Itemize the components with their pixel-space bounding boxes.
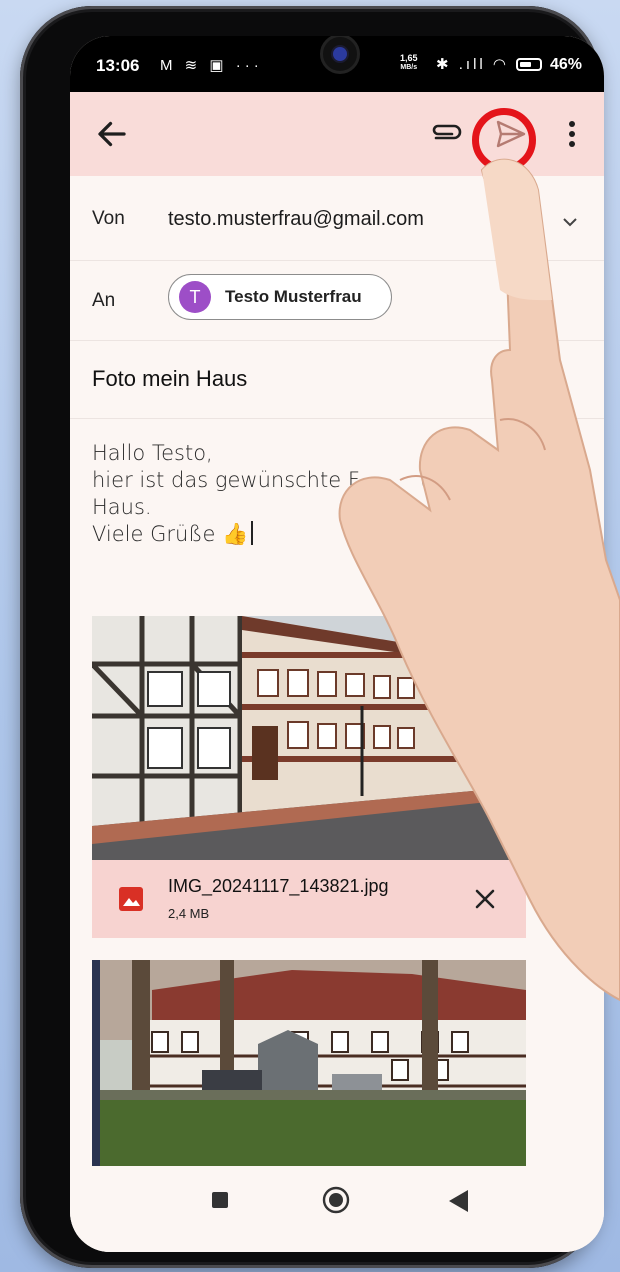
body-line-text: Viele Grüße 👍 [92, 522, 249, 546]
phone-frame: 13:06 M ≋ ▣ ··· 1,65 MB/s ✱ .ıll ◠ 46% V… [20, 6, 604, 1268]
status-time: 13:06 [96, 56, 140, 75]
arrow-left-icon[interactable] [94, 116, 130, 152]
triangle-back-icon[interactable] [446, 1188, 470, 1214]
connectivity-icons: ✱ .ıll ◠ [436, 56, 509, 73]
to-row[interactable]: An T Testo Musterfrau [70, 260, 604, 341]
subject-row[interactable]: Foto mein Haus [70, 340, 604, 419]
recipient-avatar: T [179, 281, 211, 313]
attachment-size: 2,4 MB [168, 906, 210, 921]
attachment-filename: IMG_20241117_143821.jpg [168, 876, 389, 896]
circle-icon[interactable] [322, 1186, 350, 1214]
from-label: Von [92, 208, 125, 229]
body-line: Haus. [92, 495, 152, 519]
photo-square-houses [92, 960, 526, 1172]
notification-icons: M ≋ ▣ ··· [160, 57, 263, 74]
photo-street-houses [92, 616, 526, 860]
body-line: hier ist das gewünschte F unserem [92, 468, 512, 492]
send-highlight-ring [472, 108, 536, 172]
square-icon[interactable] [212, 1192, 228, 1208]
recipient-chip[interactable]: T Testo Musterfrau [168, 274, 392, 320]
system-nav-bar [70, 1166, 604, 1252]
paperclip-icon[interactable] [426, 114, 466, 154]
body-line: Viele Grüße 👍 [92, 521, 572, 548]
network-speed: 1,65 MB/s [400, 54, 418, 72]
front-camera [320, 36, 360, 74]
network-speed-unit: MB/s [400, 64, 418, 71]
close-icon[interactable] [472, 886, 498, 912]
compose-toolbar [70, 92, 604, 176]
attachment-bar[interactable]: IMG_20241117_143821.jpg 2,4 MB [92, 860, 526, 938]
attached-photo-preview[interactable] [92, 616, 526, 860]
to-label: An [92, 290, 116, 311]
body-line: Hallo Testo, [92, 441, 213, 465]
from-row[interactable]: Von testo.musterfrau@gmail.com [70, 176, 604, 261]
image-icon [119, 887, 143, 911]
battery-icon [516, 58, 542, 71]
message-body[interactable]: Hallo Testo, hier ist das gewünschte F u… [92, 440, 572, 548]
more-vert-icon[interactable] [558, 116, 586, 152]
subject-field[interactable]: Foto mein Haus [92, 366, 247, 392]
from-value[interactable]: testo.musterfrau@gmail.com [168, 208, 424, 231]
phone-screen: 13:06 M ≋ ▣ ··· 1,65 MB/s ✱ .ıll ◠ 46% V… [70, 36, 604, 1252]
status-bar: 13:06 M ≋ ▣ ··· 1,65 MB/s ✱ .ıll ◠ 46% [70, 36, 604, 92]
network-speed-value: 1,65 [400, 53, 418, 63]
attached-photo-preview[interactable] [92, 960, 526, 1172]
battery-percent: 46% [550, 56, 583, 73]
recipient-name: Testo Musterfrau [225, 287, 362, 306]
chevron-down-icon[interactable] [558, 210, 582, 234]
text-cursor [251, 521, 254, 545]
